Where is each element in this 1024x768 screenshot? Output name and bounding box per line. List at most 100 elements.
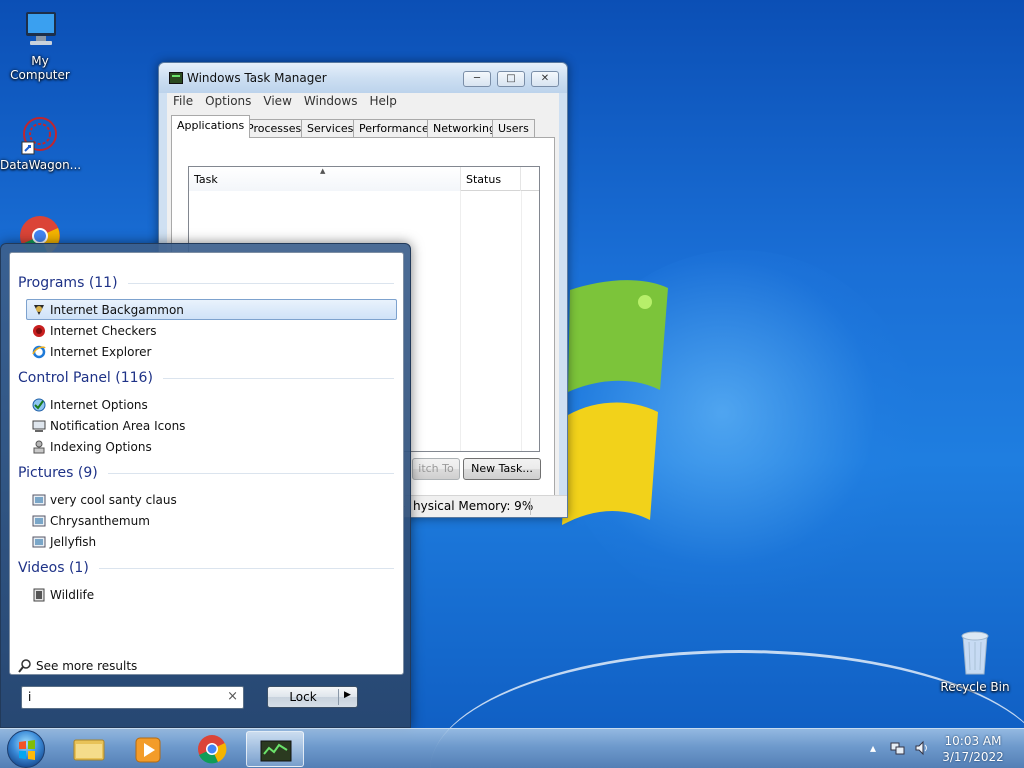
- task-list-header: ▲ Task Status: [189, 167, 539, 191]
- system-clock[interactable]: 10:03 AM 3/17/2022: [936, 733, 1010, 765]
- tab-performance[interactable]: Performance: [353, 119, 435, 137]
- datawagon-icon: [21, 117, 57, 155]
- notification-icons-icon: [32, 420, 46, 432]
- minimize-button[interactable]: ─: [463, 71, 491, 87]
- status-bar: hysical Memory: 9%: [405, 495, 567, 517]
- group-header-videos[interactable]: Videos (1): [18, 560, 394, 576]
- computer-icon: [26, 12, 56, 45]
- group-title: Videos (1): [18, 560, 89, 576]
- search-icon: [18, 659, 31, 673]
- show-hidden-icons-arrow[interactable]: ▴: [870, 741, 876, 755]
- clock-time: 10:03 AM: [944, 734, 1002, 748]
- taskbar: ▴ 10:03 AM 3/17/2022: [0, 728, 1024, 768]
- taskbar-task-manager[interactable]: [246, 731, 304, 767]
- internet-explorer-icon: [32, 345, 46, 359]
- result-very-cool-santy-claus[interactable]: very cool santy claus: [26, 489, 397, 510]
- new-task-button[interactable]: New Task...: [463, 458, 541, 480]
- result-indexing-options[interactable]: Indexing Options: [26, 436, 397, 457]
- result-internet-backgammon[interactable]: Internet Backgammon: [26, 299, 397, 320]
- result-internet-explorer[interactable]: Internet Explorer: [26, 341, 397, 362]
- status-separator: [530, 498, 531, 515]
- result-notification-area-icons[interactable]: Notification Area Icons: [26, 415, 397, 436]
- menu-windows[interactable]: Windows: [298, 93, 364, 108]
- tab-applications[interactable]: Applications: [171, 115, 251, 138]
- tab-users[interactable]: Users: [492, 119, 535, 137]
- video-icon: [33, 588, 45, 602]
- tab-services[interactable]: Services: [301, 119, 360, 137]
- task-manager-icon: [260, 740, 292, 762]
- taskbar-media-player[interactable]: [120, 731, 178, 767]
- recycle-bin-icon: [961, 631, 989, 675]
- column-header-status-label: Status: [466, 173, 502, 186]
- switch-to-button[interactable]: itch To: [412, 458, 460, 480]
- clear-search-icon[interactable]: ×: [227, 689, 238, 704]
- menu-view[interactable]: View: [257, 93, 297, 108]
- see-more-label: See more results: [36, 659, 138, 673]
- search-results-pane: Programs (11) Internet Backgammon Intern…: [9, 252, 404, 675]
- picture-icon: [32, 494, 46, 506]
- divider: [107, 472, 394, 474]
- desktop-icon-label: Recycle Bin: [940, 680, 1010, 694]
- desktop-icon-label: My Computer: [10, 54, 70, 82]
- start-search-input[interactable]: i ×: [21, 686, 244, 709]
- network-icon[interactable]: [890, 740, 906, 756]
- close-button[interactable]: ✕: [531, 71, 559, 87]
- divider: [127, 282, 394, 284]
- menu-bar: File Options View Windows Help: [167, 93, 559, 113]
- column-divider: [521, 191, 522, 451]
- divider: [162, 377, 394, 379]
- checkers-icon: [33, 325, 45, 337]
- physical-memory-status: hysical Memory: 9%: [413, 499, 534, 513]
- result-wildlife[interactable]: Wildlife: [26, 584, 397, 605]
- result-label: Chrysanthemum: [50, 514, 150, 528]
- result-label: Internet Explorer: [50, 345, 152, 359]
- tab-processes[interactable]: Processes: [241, 119, 308, 137]
- sort-ascending-icon: ▲: [320, 167, 326, 175]
- result-label: very cool santy claus: [50, 493, 177, 507]
- column-header-status[interactable]: Status: [461, 167, 521, 191]
- column-header-task-label: Task: [194, 173, 218, 186]
- lock-button-label: Lock: [289, 690, 317, 704]
- desktop-icon-recycle-bin[interactable]: Recycle Bin: [935, 630, 1015, 694]
- windows-explorer-icon: [73, 739, 105, 761]
- search-input-value: i: [28, 690, 32, 704]
- picture-icon: [32, 536, 46, 548]
- taskbar-windows-explorer[interactable]: [60, 731, 118, 767]
- volume-icon[interactable]: [914, 740, 930, 756]
- maximize-button[interactable]: □: [497, 71, 525, 87]
- internet-options-icon: [32, 398, 46, 412]
- result-jellyfish[interactable]: Jellyfish: [26, 531, 397, 552]
- taskbar-chrome[interactable]: [182, 731, 240, 767]
- split-divider: [338, 689, 339, 705]
- group-title: Programs (11): [18, 275, 118, 291]
- lock-button[interactable]: Lock ▶: [267, 686, 358, 708]
- result-label: Wildlife: [50, 588, 95, 602]
- menu-options[interactable]: Options: [199, 93, 257, 108]
- result-label: Internet Backgammon: [50, 303, 184, 317]
- group-title: Pictures (9): [18, 465, 98, 481]
- see-more-results-link[interactable]: See more results: [18, 659, 137, 673]
- menu-help[interactable]: Help: [363, 93, 402, 108]
- result-internet-options[interactable]: Internet Options: [26, 394, 397, 415]
- indexing-options-icon: [33, 440, 45, 454]
- menu-file[interactable]: File: [167, 93, 199, 108]
- group-header-pictures[interactable]: Pictures (9): [18, 465, 394, 481]
- task-manager-titlebar[interactable]: Windows Task Manager ─ □ ✕: [159, 63, 567, 93]
- result-label: Indexing Options: [50, 440, 152, 454]
- shutdown-options-arrow-icon[interactable]: ▶: [344, 690, 351, 700]
- group-header-programs[interactable]: Programs (11): [18, 275, 394, 291]
- result-chrysanthemum[interactable]: Chrysanthemum: [26, 510, 397, 531]
- tab-networking[interactable]: Networking: [427, 119, 502, 137]
- task-manager-icon: [169, 72, 183, 84]
- group-header-control-panel[interactable]: Control Panel (116): [18, 370, 394, 386]
- result-internet-checkers[interactable]: Internet Checkers: [26, 320, 397, 341]
- backgammon-icon: [34, 305, 44, 315]
- desktop-icon-label: DataWagon...: [0, 158, 82, 172]
- chrome-icon: [198, 735, 227, 764]
- windows-logo-icon: [19, 740, 35, 760]
- picture-icon: [32, 515, 46, 527]
- column-header-task[interactable]: ▲ Task: [189, 167, 461, 191]
- desktop-icon-datawagon[interactable]: DataWagon...: [0, 112, 82, 172]
- start-button[interactable]: [7, 730, 45, 768]
- desktop-icon-my-computer[interactable]: My Computer: [0, 8, 80, 82]
